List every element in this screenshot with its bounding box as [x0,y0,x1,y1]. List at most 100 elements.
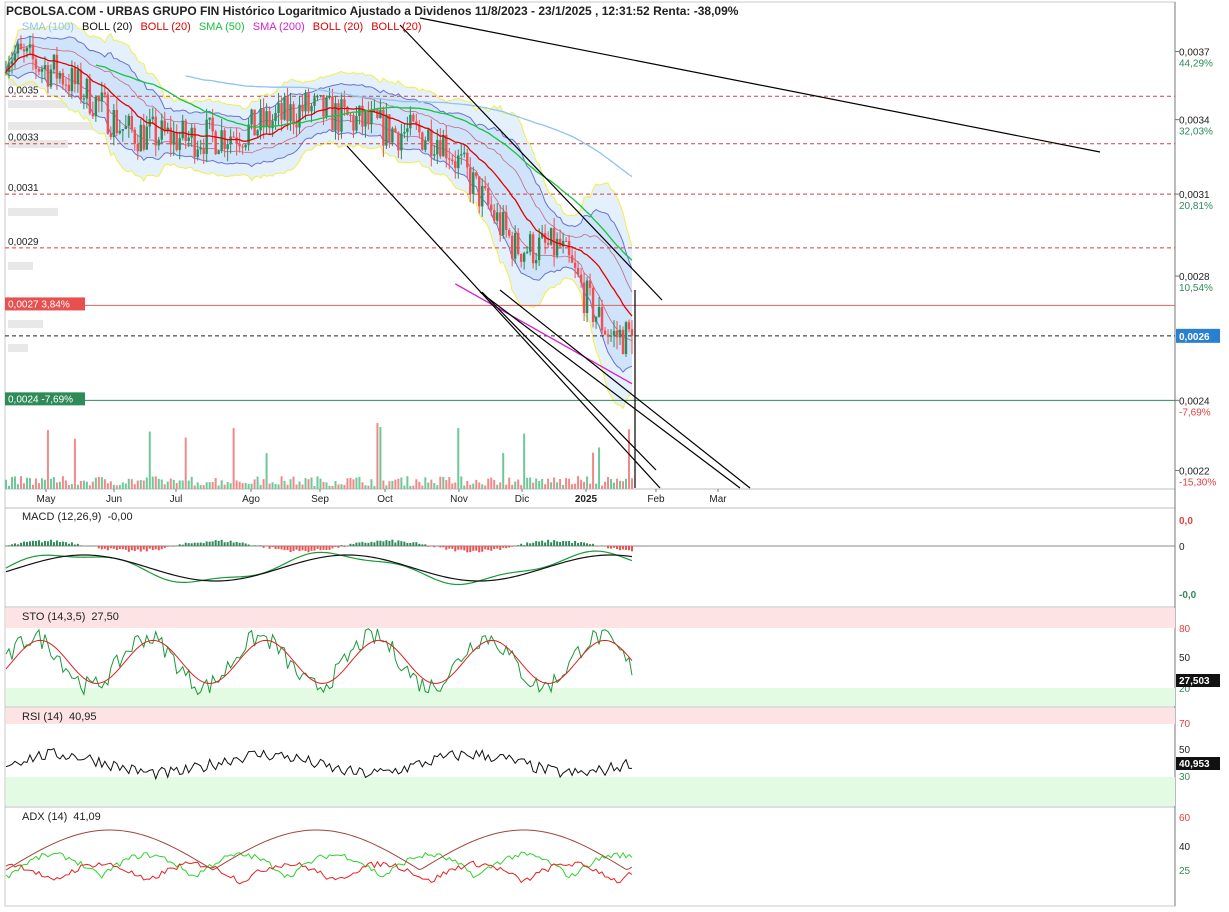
candle-body [313,97,316,106]
macd-histogram-bar [385,540,388,546]
volume-bar [208,482,211,489]
candle-body [13,53,17,61]
volume-bar [313,485,316,489]
volume-bar [154,476,157,489]
volume-bar [232,428,235,489]
legend-sma200: SMA (200) [252,21,305,33]
macd-histogram-bar [424,544,427,546]
adx-panel: 60 40 25 [5,813,1191,885]
volume-bar [37,483,40,489]
volume-bar [31,484,34,489]
macd-histogram-bar [100,546,103,550]
macd-histogram-bar [121,546,124,550]
volume-bar [304,478,307,489]
macd-histogram-bar [19,542,22,546]
candle-body [630,329,634,336]
stock-chart: 0,00350,00330,00310,00290,0027 3,84%0,00… [4,1,1220,907]
candle-body [505,212,508,231]
macd-histogram-bar [331,546,334,549]
macd-histogram-bar [469,546,472,553]
y-axis-pct-label: -7,69% [1179,407,1211,418]
adx-name: ADX (14) [22,811,68,823]
candle-body [597,307,601,317]
volume-bar [58,481,61,489]
candle-body [409,114,412,129]
candle-body [531,234,535,264]
macd-histogram-bar [574,540,577,546]
macd-histogram-bar [220,539,223,546]
macd-histogram-bar [484,546,487,550]
macd-name: MACD (12,26,9) [22,511,102,523]
volume-bar [286,484,289,489]
volume-bar [16,484,19,489]
candle-body [109,133,113,138]
adx-tick: 25 [1179,866,1191,877]
candle-body [400,133,403,151]
macd-histogram-bar [511,546,514,547]
legend-sma100: SMA (100) [22,21,74,33]
macd-histogram-bar [457,546,460,550]
candle-body [226,144,229,150]
candle-body [145,126,148,150]
volume-bar [175,483,178,489]
left-ghost-bar [8,344,28,352]
left-level-label: 0,0033 [8,133,39,144]
candle-body [448,158,451,160]
volume-bar [439,476,442,489]
candle-body [277,103,280,114]
candle-body [304,92,307,112]
volume-bar [346,478,349,489]
volume-bar [244,482,247,489]
macd-histogram-bar [478,546,481,553]
volume-bar [109,481,112,489]
macd-histogram-bar [178,544,181,546]
y-axis-price-label: 0,0028 [1179,272,1210,283]
candle-body [573,262,577,268]
candle-body [427,129,430,141]
macd-histogram-bar [214,540,217,546]
candle-body [558,238,562,247]
volume-bar [172,479,175,489]
macd-histogram-bar [115,546,118,550]
candle-body [525,251,529,253]
last-price-label: 0,0026 [1179,332,1210,343]
volume-bar [199,485,202,489]
volume-bar [217,485,220,489]
candle-body [391,128,394,143]
candle-body [49,69,53,87]
macd-histogram-bar [412,542,415,546]
candle-body [184,120,187,141]
candle-body [10,60,14,65]
candle-body [196,149,199,158]
candle-body [612,330,616,336]
candle-body [516,232,520,255]
macd-histogram-bar [631,546,633,552]
candle-body [289,104,292,122]
candle-body [55,54,59,79]
candle-body [187,137,190,141]
volume-bar [376,423,379,489]
macd-histogram-bar [562,540,565,546]
left-level-label: 0,0029 [8,237,39,248]
volume-bar [481,484,484,489]
x-axis-label: Ago [242,494,260,505]
candle-body [94,96,98,117]
macd-histogram-bar [301,546,304,551]
volume-bar [424,477,427,489]
macd-histogram-bar [526,542,529,546]
volume-bar [64,480,67,489]
macd-histogram-bar [448,546,451,549]
volume-bar [466,480,469,489]
sto-value: 27,50 [91,611,119,623]
volume-bar [271,482,274,489]
candle-body [466,152,469,168]
macd-histogram-bar [229,540,232,546]
candle-body [292,104,295,125]
candle-body [154,116,157,146]
y-axis-price-label: 0,0037 [1179,47,1210,58]
volume-bar [49,478,52,489]
macd-histogram-bar [421,544,424,546]
macd-histogram-bar [31,540,34,546]
candle-body [58,72,62,79]
candle-body [570,255,574,263]
